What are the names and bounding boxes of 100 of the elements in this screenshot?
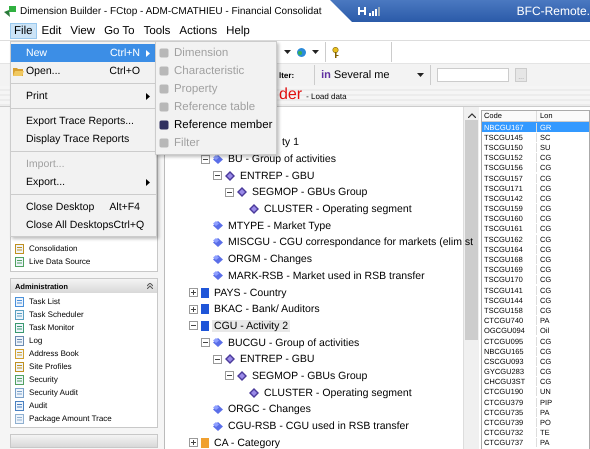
diamond-icon: [213, 271, 223, 280]
sidebar-item[interactable]: Audit: [29, 401, 48, 410]
sidebar-item[interactable]: Package Amount Trace: [29, 414, 112, 423]
tree-item[interactable]: BKAC - Bank/ Auditors: [212, 303, 322, 316]
dropdown-arrow-icon[interactable]: [284, 50, 291, 54]
tree-item[interactable]: ENTREP - GBU: [238, 170, 316, 182]
document-icon: [15, 336, 24, 346]
diamond-icon: [213, 154, 223, 164]
menu-bar-item[interactable]: Help: [222, 23, 254, 39]
menu-item[interactable]: Export...: [11, 173, 156, 191]
tree-item[interactable]: SEGMOP - GBUs Group: [250, 186, 370, 198]
document-icon: [15, 348, 24, 358]
expand-icon[interactable]: [189, 304, 198, 314]
diamond-icon: [249, 204, 259, 214]
submenu-arrow-icon: [146, 50, 150, 56]
remote-session-title: BFC-Remote.: [516, 4, 590, 18]
scroll-up-icon[interactable]: [468, 113, 476, 118]
document-icon: [15, 400, 24, 410]
document-icon: [15, 296, 24, 306]
key-icon[interactable]: [332, 46, 339, 58]
filter-label: lter:: [279, 70, 294, 80]
tree-item[interactable]: SEGMOP - GBUs Group: [250, 370, 370, 382]
menu-item[interactable]: Open... Ctrl+O: [11, 62, 156, 80]
document-icon: [15, 374, 24, 384]
app-icon: [4, 6, 16, 16]
collapse-icon[interactable]: [225, 371, 234, 380]
tree-item[interactable]: CLUSTER - Operating segment: [262, 386, 414, 399]
menu-bar-item[interactable]: Actions: [175, 23, 222, 39]
menu-bar-item[interactable]: Go To: [100, 23, 139, 39]
collapse-icon[interactable]: [189, 321, 198, 330]
page-subtitle: - Load data: [306, 92, 347, 101]
globe-icon[interactable]: [297, 48, 306, 56]
diamond-icon: [213, 238, 223, 247]
window-title: Dimension Builder - FCtop - ADM-CMATHIEU - Financial Consolidat: [20, 6, 322, 16]
tree-item[interactable]: MISCGU - CGU correspondance for markets (elim st: [226, 236, 476, 248]
document-icon: [15, 388, 24, 398]
document-icon: [15, 310, 24, 320]
sidebar-item[interactable]: Address Book: [29, 349, 79, 358]
filter-dropdown[interactable]: in Several me: [321, 69, 412, 81]
document-icon: [15, 414, 24, 424]
diamond-icon: [213, 338, 223, 348]
tree-item[interactable]: PAYS - Country: [212, 286, 289, 299]
expand-icon[interactable]: [189, 438, 198, 448]
tree-item[interactable]: ty 1: [280, 136, 301, 148]
page-title: der: [279, 86, 302, 104]
menu-bar-item[interactable]: File: [10, 23, 37, 39]
tree-item[interactable]: ENTREP - GBU: [238, 353, 316, 366]
tree-item[interactable]: CLUSTER - Operating segment: [262, 203, 414, 216]
sidebar-item[interactable]: Task List: [29, 297, 60, 306]
tree-item[interactable]: MARK-RSB - Market used in RSB transfer: [226, 270, 427, 282]
tree-item[interactable]: ORGC - Changes: [226, 403, 313, 416]
menu-item[interactable]: Close Desktop Alt+F4: [11, 198, 156, 216]
dropdown-arrow-icon[interactable]: [417, 73, 424, 77]
tree-item[interactable]: MTYPE - Market Type: [226, 220, 334, 232]
menu-item[interactable]: Reference member: [156, 116, 276, 134]
diamond-icon: [225, 354, 235, 364]
menu-bar-item[interactable]: Tools: [140, 23, 174, 39]
collapse-icon[interactable]: [225, 188, 234, 197]
menu-item[interactable]: Print: [11, 87, 156, 105]
sidebar-item[interactable]: Task Scheduler: [29, 310, 84, 319]
tree-item[interactable]: CGU-RSB - CGU used in RSB transfer: [226, 420, 411, 432]
collapse-icon[interactable]: [213, 171, 222, 180]
tree-item[interactable]: CA - Category: [212, 436, 282, 449]
document-icon: [15, 362, 24, 372]
diamond-icon: [213, 221, 223, 230]
sidebar-item[interactable]: Log: [29, 336, 42, 345]
menu-item[interactable]: Export Trace Reports...: [11, 112, 156, 130]
diamond-icon: [213, 422, 223, 431]
menu-bar-item[interactable]: View: [66, 23, 100, 39]
menu-item[interactable]: Display Trace Reports: [11, 130, 156, 148]
tree-item[interactable]: ORGM - Changes: [226, 253, 314, 266]
collapse-icon[interactable]: [213, 354, 222, 364]
connection-bars-icon: [358, 6, 380, 16]
expand-icon[interactable]: [189, 288, 198, 298]
menu-item[interactable]: Close All DesktopsCtrl+Q: [11, 216, 156, 234]
filter-field[interactable]: [437, 68, 510, 82]
diamond-icon: [225, 170, 235, 181]
tree-item[interactable]: CGU - Activity 2: [212, 320, 290, 332]
sidebar-item[interactable]: Site Profiles: [29, 362, 72, 371]
sidebar-item[interactable]: Task Monitor: [29, 323, 74, 332]
diamond-icon: [237, 370, 247, 381]
dropdown-arrow-icon[interactable]: [312, 50, 319, 54]
collapse-icon[interactable]: [201, 338, 210, 348]
diamond-icon: [213, 254, 223, 264]
scrollbar[interactable]: [463, 107, 479, 449]
sidebar-item[interactable]: Security: [29, 375, 58, 384]
submenu-arrow-icon: [146, 92, 150, 100]
tree-item[interactable]: BU - Group of activities: [226, 153, 338, 166]
diamond-icon: [249, 388, 259, 398]
diamond-icon: [237, 187, 247, 198]
menu-bar-item[interactable]: Edit: [38, 23, 66, 39]
folder-icon: [13, 66, 24, 76]
collapse-icon[interactable]: [147, 283, 153, 289]
diamond-icon: [213, 404, 223, 414]
submenu-arrow-icon: [146, 178, 150, 186]
tree-item[interactable]: BUCGU - Group of activities: [226, 336, 362, 349]
sidebar-item[interactable]: Consolidation: [29, 244, 78, 253]
sidebar-item[interactable]: Live Data Source: [29, 257, 90, 266]
document-icon: [15, 256, 24, 266]
sidebar-item[interactable]: Security Audit: [29, 388, 78, 397]
